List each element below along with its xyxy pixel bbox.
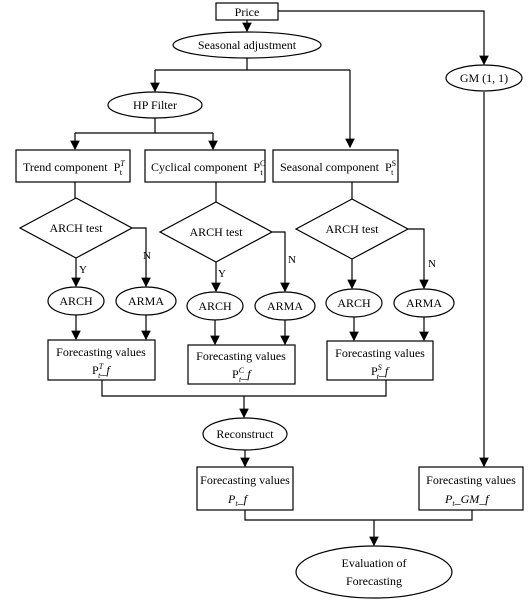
gm-forecast-box: Forecasting values Pt_GM_f: [418, 466, 524, 511]
trend-component-box: Trend component PT t: [15, 149, 131, 183]
reconstruct-node: Reconstruct: [202, 417, 288, 451]
seasonal-adjustment-node: Seasonal adjustment: [172, 31, 322, 59]
svg-text:Forecasting: Forecasting: [346, 574, 402, 588]
yes-label: Y: [79, 264, 87, 276]
arma-model-seasonal: ARMA: [393, 288, 455, 318]
svg-text:HP Filter: HP Filter: [133, 98, 177, 112]
svg-text:Forecasting values: Forecasting values: [426, 473, 516, 487]
seasonal-forecast-box: Forecasting values PS t_f: [326, 340, 434, 381]
svg-text:Forecasting values: Forecasting values: [335, 346, 425, 360]
svg-text:ARMA: ARMA: [406, 296, 442, 310]
connectors: [70, 10, 489, 547]
evaluation-node: Evaluation of Forecasting: [295, 545, 453, 599]
svg-text:ARCH test: ARCH test: [189, 225, 243, 239]
arch-model-seasonal: ARCH: [325, 288, 383, 318]
arch-model-cyclical: ARCH: [186, 291, 244, 321]
svg-text:Price: Price: [235, 5, 260, 19]
svg-text:Evaluation of: Evaluation of: [342, 556, 407, 570]
no-label: N: [288, 254, 296, 266]
svg-text:Seasonal adjustment: Seasonal adjustment: [198, 38, 297, 52]
hp-filter-node: HP Filter: [107, 91, 203, 119]
svg-text:Pt_GM_f: Pt_GM_f: [444, 492, 490, 508]
arch-model-trend: ARCH: [47, 286, 105, 316]
svg-text:Forecasting values: Forecasting values: [200, 473, 290, 487]
svg-text:Reconstruct: Reconstruct: [216, 427, 274, 441]
svg-text:ARCH test: ARCH test: [325, 222, 379, 236]
svg-text:ARCH: ARCH: [198, 299, 232, 313]
price-box: Price: [215, 2, 279, 21]
arch-test-seasonal: ARCH test: [294, 198, 410, 260]
no-label: N: [428, 258, 436, 270]
yes-label: Y: [218, 268, 226, 280]
cyclical-component-box: Cyclical component PC t: [144, 149, 266, 183]
final-forecast-box: Forecasting values Pt_f: [196, 466, 294, 511]
no-label: N: [143, 250, 151, 262]
flowchart: Price Seasonal adjustment GM (1, 1) HP F…: [15, 2, 524, 599]
gm-node: GM (1, 1): [445, 64, 523, 92]
svg-text:ARCH test: ARCH test: [49, 221, 103, 235]
trend-forecast-box: Forecasting values PT t_f: [47, 339, 156, 381]
cyclical-forecast-box: Forecasting values PC t_f: [187, 344, 296, 385]
svg-text:Pt_f: Pt_f: [227, 492, 249, 508]
svg-text:ARCH: ARCH: [337, 296, 371, 310]
svg-text:ARMA: ARMA: [267, 299, 303, 313]
svg-text:GM (1, 1): GM (1, 1): [460, 71, 508, 85]
arch-test-cyclical: ARCH test: [158, 201, 274, 263]
svg-text:Forecasting values: Forecasting values: [56, 345, 146, 359]
arma-model-trend: ARMA: [115, 286, 177, 316]
svg-text:ARMA: ARMA: [128, 294, 164, 308]
arma-model-cyclical: ARMA: [254, 291, 316, 321]
seasonal-component-box: Seasonal component PS t: [272, 149, 399, 183]
svg-text:Forecasting values: Forecasting values: [196, 349, 286, 363]
svg-text:ARCH: ARCH: [59, 294, 93, 308]
arch-test-trend: ARCH test: [18, 197, 134, 259]
